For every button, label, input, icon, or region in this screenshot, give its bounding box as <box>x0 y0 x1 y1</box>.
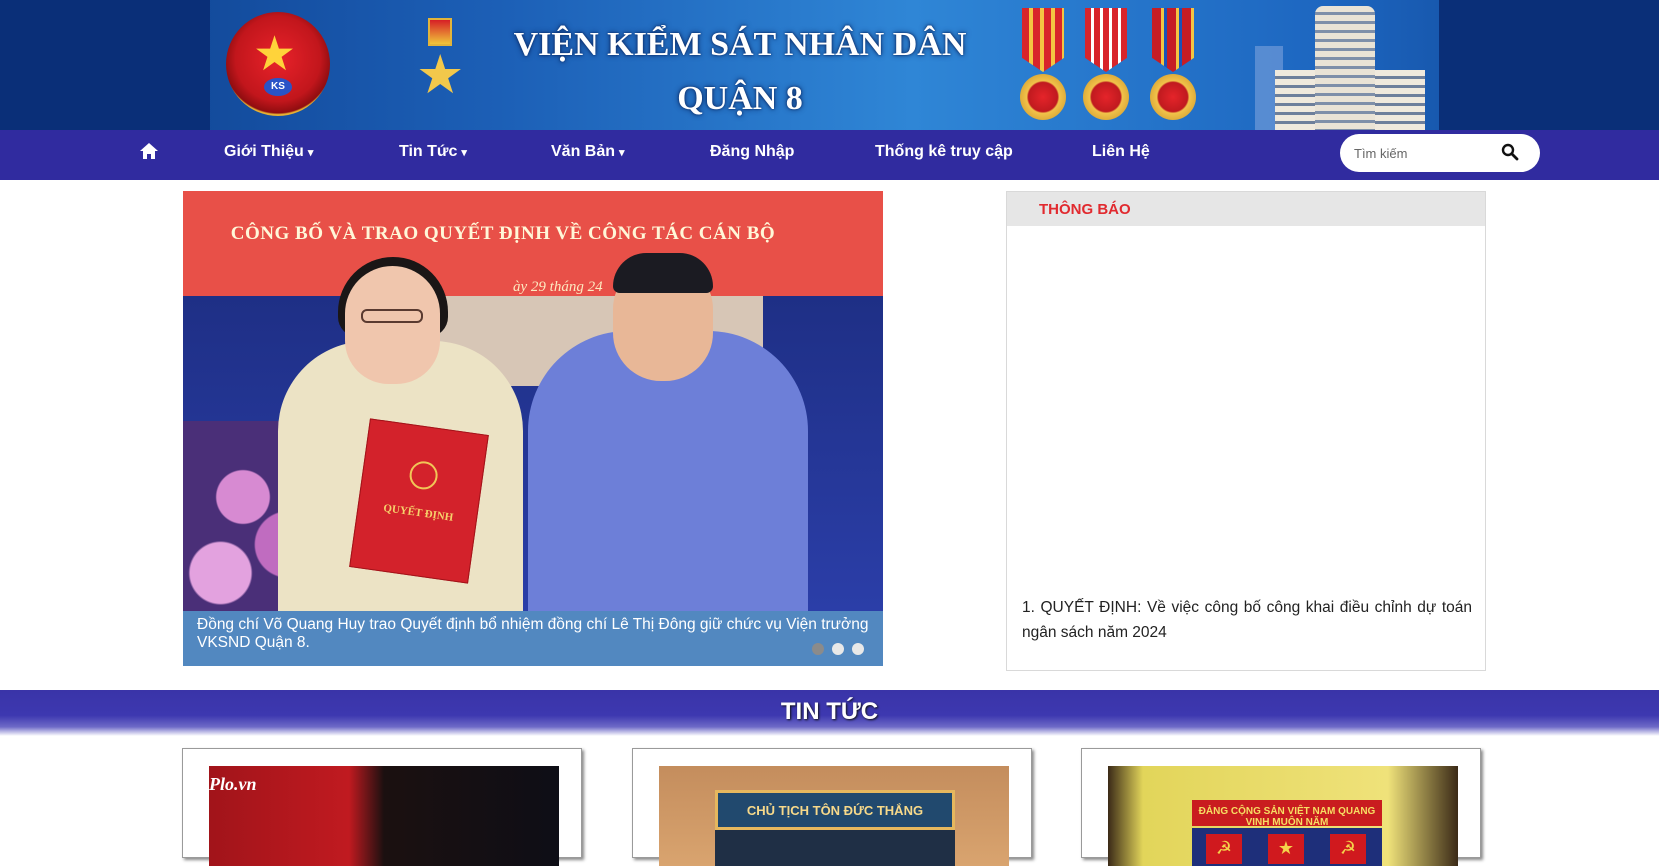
announcement-item[interactable]: 1. QUYẾT ĐỊNH: Về việc công bố công khai… <box>1022 595 1472 645</box>
search-icon[interactable] <box>1500 142 1522 164</box>
announcement-panel: THÔNG BÁO 1. QUYẾT ĐỊNH: Về việc công bố… <box>1006 191 1486 671</box>
star-icon: ★ <box>253 26 297 82</box>
flag-icon: ★ <box>1268 834 1304 864</box>
news-card[interactable]: ĐẢNG CỘNG SẢN VIỆT NAM QUANG VINH MUÔN N… <box>1081 748 1481 866</box>
search-input[interactable] <box>1354 134 1494 172</box>
nav-label: Văn Bản <box>551 143 616 160</box>
search-box <box>1340 134 1540 172</box>
news-thumbnail[interactable]: CHỦ TỊCH TÔN ĐỨC THẮNG <box>659 766 1009 866</box>
site-title: VIỆN KIỂM SÁT NHÂN DÂN QUẬN 8 <box>470 18 1010 126</box>
news-section-title: TIN TỨC <box>780 698 879 725</box>
medal-icon <box>1079 8 1133 124</box>
news-card[interactable]: CHỦ TỊCH TÔN ĐỨC THẮNG <box>632 748 1032 866</box>
header-banner: ★ KS ★ VIỆN KIỂM SÁT NHÂN DÂN QUẬN 8 <box>0 0 1659 130</box>
home-icon[interactable] <box>139 142 161 164</box>
slide-banner-text: CÔNG BỐ VÀ TRAO QUYẾT ĐỊNH VỀ CÔNG TÁC C… <box>230 223 776 244</box>
nav-label: Tin Tức <box>399 143 458 160</box>
announcement-title: THÔNG BÁO <box>1039 201 1131 218</box>
nav-thong-ke-truy-cap[interactable]: Thống kê truy cập <box>875 130 1013 180</box>
announcement-header: THÔNG BÁO <box>1007 192 1485 226</box>
main-navbar: Giới Thiệu ▾ Tin Tức ▾ Văn Bản ▾ Đăng Nhập … <box>0 130 1659 180</box>
emblem-text: KS <box>264 78 292 96</box>
hero-medal-icon: ★ <box>412 18 468 118</box>
flag-icon: ☭ <box>1330 834 1366 864</box>
slider-dot[interactable] <box>832 643 844 655</box>
thumbnail-watermark: Plo.vn <box>209 774 257 794</box>
slide-banner-date: ày 29 tháng 24 <box>513 279 603 295</box>
news-card[interactable]: Plo.vn <box>182 748 582 866</box>
medal-icon <box>1016 8 1070 124</box>
nav-label: Liên Hệ <box>1092 143 1150 160</box>
nav-van-ban[interactable]: Văn Bản ▾ <box>551 130 625 180</box>
thumbnail-banner-text: ĐẢNG CỘNG SẢN VIỆT NAM QUANG VINH MUÔN N… <box>1198 806 1376 828</box>
news-thumbnail[interactable]: Plo.vn <box>209 766 559 866</box>
chevron-down-icon: ▾ <box>619 147 625 159</box>
site-title-line2: QUẬN 8 <box>677 80 803 117</box>
decision-folder: QUYẾT ĐỊNH <box>349 418 489 584</box>
nav-gioi-thieu[interactable]: Giới Thiệu ▾ <box>224 130 313 180</box>
nav-tin-tuc[interactable]: Tin Tức ▾ <box>399 130 467 180</box>
chevron-down-icon: ▾ <box>307 147 314 159</box>
news-section-header: TIN TỨC <box>0 690 1659 736</box>
nav-dang-nhap[interactable]: Đăng Nhập <box>710 130 794 180</box>
slide-photo: CÔNG BỐ VÀ TRAO QUYẾT ĐỊNH VỀ CÔNG TÁC C… <box>183 191 883 611</box>
chevron-down-icon: ▾ <box>461 147 467 159</box>
nav-label: Đăng Nhập <box>710 143 795 160</box>
image-slider[interactable]: CÔNG BỐ VÀ TRAO QUYẾT ĐỊNH VỀ CÔNG TÁC C… <box>183 191 883 666</box>
thumbnail-sign-text: CHỦ TỊCH TÔN ĐỨC THẮNG <box>746 803 924 818</box>
flag-icon: ☭ <box>1206 834 1242 864</box>
nav-label: Giới Thiệu <box>224 143 304 160</box>
site-title-line1: VIỆN KIỂM SÁT NHÂN DÂN <box>513 26 967 63</box>
nav-lien-he[interactable]: Liên Hệ <box>1092 130 1150 180</box>
medal-icon <box>1146 8 1200 124</box>
slider-dot[interactable] <box>812 643 824 655</box>
building-illustration <box>1255 0 1455 130</box>
slide-caption: Đồng chí Võ Quang Huy trao Quyết định bổ… <box>183 611 883 666</box>
nav-label: Thống kê truy cập <box>875 143 1013 160</box>
news-thumbnail[interactable]: ĐẢNG CỘNG SẢN VIỆT NAM QUANG VINH MUÔN N… <box>1108 766 1458 866</box>
slider-dot[interactable] <box>852 643 864 655</box>
folder-text: QUYẾT ĐỊNH <box>382 502 455 524</box>
national-emblem-logo: ★ KS <box>226 12 330 116</box>
announcement-marquee: 1. QUYẾT ĐỊNH: Về việc công bố công khai… <box>1007 226 1485 666</box>
